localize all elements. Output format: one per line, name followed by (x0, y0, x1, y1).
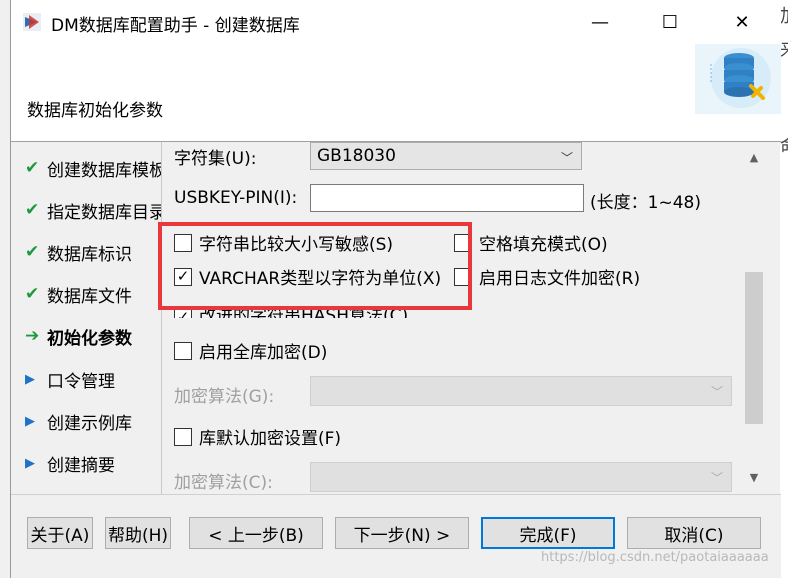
init-params-panel: 字符集(U): GB18030 ﹀ USBKEY-PIN(I): (长度：1~4… (161, 142, 741, 494)
maximize-button[interactable]: ☐ (647, 0, 693, 44)
checkbox-box (454, 233, 472, 252)
minimize-icon: — (591, 11, 609, 33)
check-icon: ✔ (25, 284, 40, 304)
window-title: DM数据库配置助手 - 创建数据库 (51, 16, 300, 36)
finish-button[interactable]: 完成(F) (481, 517, 615, 549)
default-encrypt-label: 库默认加密设置(F) (199, 429, 342, 449)
encrypt-algorithm2-select[interactable]: ﹀ (310, 462, 732, 492)
wizard-header: 数据库初始化参数 (11, 44, 781, 142)
watermark: https://blog.csdn.net/paotaiaaaaaa (541, 550, 769, 565)
scrollbar-thumb[interactable] (745, 272, 763, 424)
nav-step-label: 初始化参数 (47, 328, 132, 349)
chevron-down-icon: ﹀ (710, 385, 723, 399)
checkbox-box (174, 233, 192, 252)
triangle-right-icon: ▶ (25, 371, 35, 387)
dialog-window: DM数据库配置助手 - 创建数据库 — ☐ ✕ 数据库初始化参数 ✔ 创建数据库模… (10, 0, 781, 578)
log-encrypt-checkbox[interactable]: 启用日志文件加密(R) (454, 264, 640, 289)
checkmark-icon: ✓ (174, 308, 192, 318)
nav-step-label: 指定数据库目录 (47, 202, 161, 223)
next-button[interactable]: 下一步(N) > (335, 517, 469, 549)
arrow-right-icon: ➔ (25, 326, 40, 346)
background-text: 来 (780, 36, 788, 62)
wizard-steps-nav: ✔ 创建数据库模板 ✔ 指定数据库目录 ✔ 数据库标识 ✔ 数据库文件 ➔ 初始化参数 ▶… (11, 142, 161, 494)
minimize-button[interactable]: — (577, 0, 623, 44)
full-db-encrypt-checkbox[interactable]: 启用全库加密(D) (174, 338, 327, 363)
varchar-char-label: VARCHAR类型以字符为单位(X) (199, 269, 442, 289)
scroll-up-icon[interactable]: ▲ (741, 144, 767, 170)
title-bar: DM数据库配置助手 - 创建数据库 — ☐ ✕ (11, 0, 781, 44)
blank-pad-label: 空格填充模式(O) (479, 235, 608, 255)
background-text: 命 (780, 132, 788, 158)
improved-hash-checkbox[interactable]: ✓ 改进的字符串HASH算法(C) (174, 296, 408, 318)
close-icon: ✕ (734, 11, 750, 33)
maximize-icon: ☐ (661, 11, 679, 33)
dm-app-icon (23, 13, 41, 31)
nav-step-summary[interactable]: ▶ 创建摘要 (25, 451, 115, 476)
checkbox-box (174, 427, 192, 446)
checkmark-icon: ✓ (174, 267, 192, 286)
varchar-char-unit-checkbox[interactable]: ✓ VARCHAR类型以字符为单位(X) (174, 264, 455, 289)
chevron-down-icon: ﹀ (560, 151, 573, 165)
default-encrypt-checkbox[interactable]: 库默认加密设置(F) (174, 424, 341, 449)
background-window-edge: 加 来 命 (780, 0, 788, 578)
nav-step-sample-db[interactable]: ▶ 创建示例库 (25, 409, 132, 434)
triangle-right-icon: ▶ (25, 455, 35, 471)
about-button[interactable]: 关于(A) (27, 517, 93, 549)
nav-step-password[interactable]: ▶ 口令管理 (25, 367, 115, 392)
checkbox-box (174, 341, 192, 360)
encrypt-algorithm-select[interactable]: ﹀ (310, 376, 732, 406)
nav-step-init-params[interactable]: ➔ 初始化参数 (25, 324, 132, 349)
close-button[interactable]: ✕ (719, 0, 765, 44)
nav-step-label: 创建数据库模板 (47, 160, 161, 181)
usbkey-pin-input[interactable] (310, 184, 584, 212)
page-title: 数据库初始化参数 (27, 101, 163, 121)
case-sensitive-checkbox[interactable]: 字符串比较大小写敏感(S) (174, 230, 393, 255)
nav-step-label: 数据库文件 (47, 286, 132, 307)
charset-label: 字符集(U): (174, 149, 257, 169)
nav-step-label: 口令管理 (47, 371, 115, 392)
blank-pad-checkbox[interactable]: 空格填充模式(O) (454, 230, 608, 255)
nav-step-identity[interactable]: ✔ 数据库标识 (25, 240, 132, 265)
encrypt-algorithm-label: 加密算法(G): (174, 387, 275, 407)
usbkey-label: USBKEY-PIN(I): (174, 188, 298, 208)
usbkey-length-hint: (长度：1~48) (590, 193, 701, 213)
nav-step-template[interactable]: ✔ 创建数据库模板 (25, 156, 161, 181)
database-settings-icon (695, 44, 781, 114)
check-icon: ✔ (25, 200, 40, 220)
charset-select[interactable]: GB18030 ﹀ (310, 142, 582, 170)
nav-step-label: 创建摘要 (47, 455, 115, 476)
chevron-down-icon: ﹀ (710, 471, 723, 485)
nav-step-label: 创建示例库 (47, 413, 132, 434)
case-sensitive-label: 字符串比较大小写敏感(S) (199, 235, 394, 255)
encrypt-algorithm2-label: 加密算法(C): (174, 473, 273, 493)
check-icon: ✔ (25, 158, 40, 178)
check-icon: ✔ (25, 242, 40, 262)
background-text: 加 (780, 2, 788, 28)
improved-hash-label: 改进的字符串HASH算法(C) (199, 306, 409, 318)
nav-step-directory[interactable]: ✔ 指定数据库目录 (25, 198, 161, 223)
charset-value: GB18030 (317, 146, 396, 166)
vertical-scrollbar[interactable]: ▲ ▼ (741, 142, 767, 494)
scroll-down-icon[interactable]: ▼ (741, 464, 767, 490)
log-encrypt-label: 启用日志文件加密(R) (479, 269, 641, 289)
nav-step-label: 数据库标识 (47, 244, 132, 265)
prev-button[interactable]: < 上一步(B) (189, 517, 323, 549)
full-db-encrypt-label: 启用全库加密(D) (199, 343, 328, 363)
checkbox-box (454, 267, 472, 286)
help-button[interactable]: 帮助(H) (105, 517, 171, 549)
button-bar: 关于(A) 帮助(H) < 上一步(B) 下一步(N) > 完成(F) 取消(C… (11, 494, 781, 578)
nav-step-files[interactable]: ✔ 数据库文件 (25, 282, 132, 307)
cancel-button[interactable]: 取消(C) (627, 517, 761, 549)
triangle-right-icon: ▶ (25, 413, 35, 429)
